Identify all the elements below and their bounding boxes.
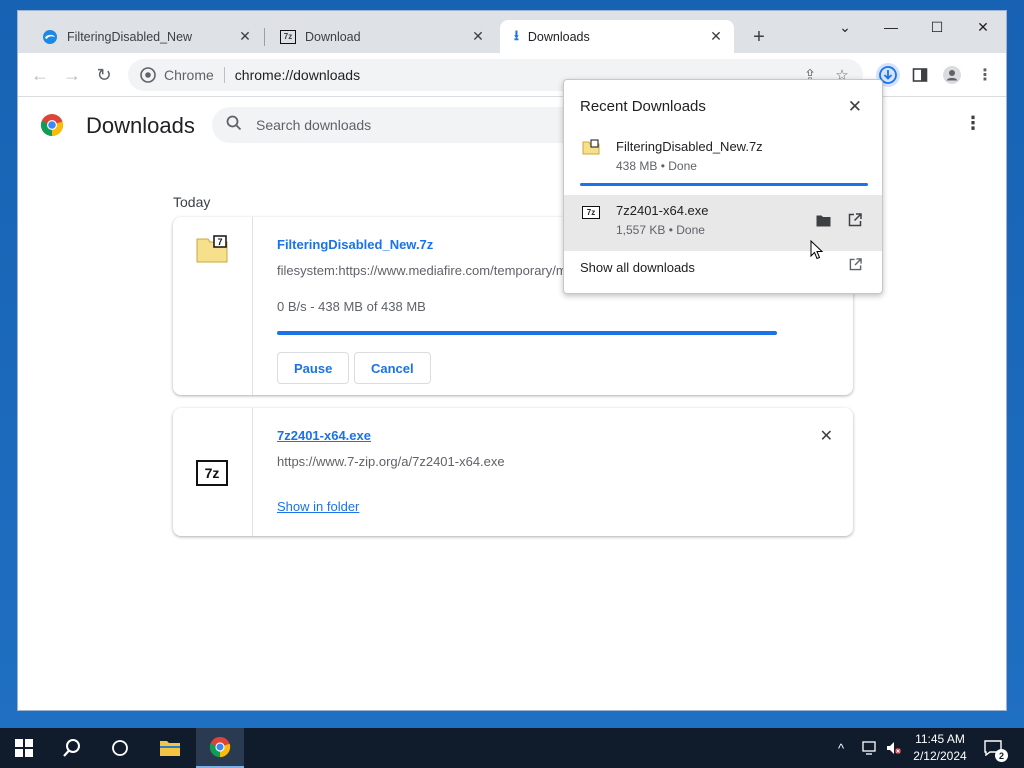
close-window-button[interactable]: ✕ (960, 15, 1006, 39)
more-actions-icon[interactable]: ⋮ (964, 113, 982, 134)
bubble-item-name: FilteringDisabled_New.7z (616, 139, 763, 154)
bubble-download-item[interactable]: FilteringDisabled_New.7z 438 MB • Done (564, 131, 882, 187)
bubble-download-item[interactable]: 7z 7z2401-x64.exe 1,557 KB • Done (564, 195, 882, 251)
windows-logo-icon (15, 739, 33, 757)
sevenzip-icon: 7z (582, 206, 600, 219)
close-icon[interactable]: ✕ (848, 97, 862, 117)
close-icon[interactable]: ✕ (470, 28, 486, 45)
download-source-url: filesystem:https://www.mediafire.com/tem… (277, 263, 578, 278)
search-icon (226, 115, 244, 135)
archive-file-icon: 7 (196, 235, 228, 263)
windows-taskbar: ^ 11:45 AM 2/12/2024 2 (0, 728, 1024, 768)
page-title: Downloads (86, 113, 195, 138)
maximize-button[interactable]: ☐ (914, 15, 960, 39)
side-panel-icon[interactable] (908, 63, 932, 87)
show-all-downloads-row[interactable]: Show all downloads (564, 250, 882, 286)
reload-button[interactable]: ↻ (92, 63, 116, 87)
tab-title: FilteringDisabled_New (67, 29, 193, 44)
bubble-title: Recent Downloads (580, 98, 706, 115)
sevenzip-icon: 7z (280, 29, 296, 44)
close-icon[interactable]: ✕ (237, 28, 253, 45)
tab-downloads[interactable]: ⭳ Downloads ✕ (500, 20, 734, 53)
forward-button[interactable]: → (60, 63, 84, 87)
download-icon: ⭳ (514, 26, 519, 43)
search-input[interactable] (256, 117, 556, 133)
bubble-item-name: 7z2401-x64.exe (616, 203, 709, 218)
recent-downloads-bubble: Recent Downloads ✕ FilteringDisabled_New… (563, 79, 883, 294)
tab-title: Download (305, 29, 361, 44)
action-center-icon[interactable]: 2 (980, 736, 1008, 762)
chrome-taskbar-icon[interactable] (196, 728, 244, 768)
chrome-logo-icon (40, 114, 64, 137)
site-info[interactable]: Chrome (140, 67, 214, 83)
site-label: Chrome (164, 67, 214, 83)
minimize-button[interactable]: — (868, 15, 914, 39)
system-clock[interactable]: 11:45 AM 2/12/2024 (905, 731, 975, 765)
svg-text:7: 7 (217, 237, 222, 247)
tab-search-icon[interactable]: ⌄ (822, 15, 868, 39)
open-external-icon (849, 258, 862, 274)
show-in-folder-link[interactable]: Show in folder (277, 499, 359, 514)
mouse-cursor-icon (810, 240, 824, 260)
download-file-name[interactable]: FilteringDisabled_New.7z (277, 237, 433, 252)
sevenzip-icon: 7z (196, 460, 228, 486)
new-tab-button[interactable]: + (748, 26, 770, 48)
tab-title: Downloads (527, 29, 590, 44)
omnibox-separator (223, 67, 225, 83)
remove-download-icon[interactable]: ✕ (820, 426, 833, 446)
file-explorer-icon[interactable] (146, 728, 194, 768)
show-all-downloads-label: Show all downloads (580, 260, 695, 275)
file-icon-column: 7 (173, 217, 253, 395)
pause-button[interactable]: Pause (277, 352, 350, 384)
close-icon[interactable]: ✕ (708, 28, 724, 45)
file-icon-column: 7z (173, 408, 253, 536)
show-hidden-icons[interactable]: ^ (838, 728, 844, 768)
volume-muted-icon[interactable] (886, 728, 902, 768)
download-file-name[interactable]: 7z2401-x64.exe (277, 428, 371, 443)
download-source-url: https://www.7-zip.org/a/7z2401-x64.exe (277, 454, 505, 469)
bubble-progress-bar (580, 183, 868, 186)
tab-strip: FilteringDisabled_New ✕ 7z Download ✕ ⭳ … (18, 11, 1006, 53)
download-card: 7z 7z2401-x64.exe https://www.7-zip.org/… (173, 408, 853, 536)
back-button[interactable]: ← (28, 63, 52, 87)
search-icon[interactable] (48, 728, 96, 768)
profile-avatar-icon[interactable] (940, 63, 964, 87)
bubble-item-status: 438 MB • Done (616, 159, 697, 173)
folder-icon[interactable] (812, 209, 834, 231)
edge-icon (42, 29, 58, 45)
notification-count-badge: 2 (995, 749, 1008, 762)
clock-date: 2/12/2024 (913, 749, 967, 763)
tab-download[interactable]: 7z Download ✕ (266, 20, 496, 53)
clock-time: 11:45 AM (915, 732, 965, 746)
search-bar[interactable] (212, 107, 612, 143)
task-view-icon[interactable] (96, 728, 144, 768)
download-progress-bar (277, 331, 777, 335)
cancel-button[interactable]: Cancel (354, 352, 431, 384)
open-external-icon[interactable] (844, 209, 866, 231)
network-icon[interactable] (862, 728, 878, 768)
start-button[interactable] (0, 728, 48, 768)
tab-filteringdisabled[interactable]: FilteringDisabled_New ✕ (28, 20, 263, 53)
archive-file-icon (582, 139, 600, 155)
url-text[interactable]: chrome://downloads (235, 67, 360, 83)
date-group-label: Today (173, 194, 211, 210)
bubble-item-status: 1,557 KB • Done (616, 223, 705, 237)
tab-separator (264, 28, 265, 46)
chrome-icon (140, 67, 156, 83)
download-status: 0 B/s - 438 MB of 438 MB (277, 299, 426, 314)
kebab-menu-icon[interactable]: ⋮ (973, 63, 997, 87)
